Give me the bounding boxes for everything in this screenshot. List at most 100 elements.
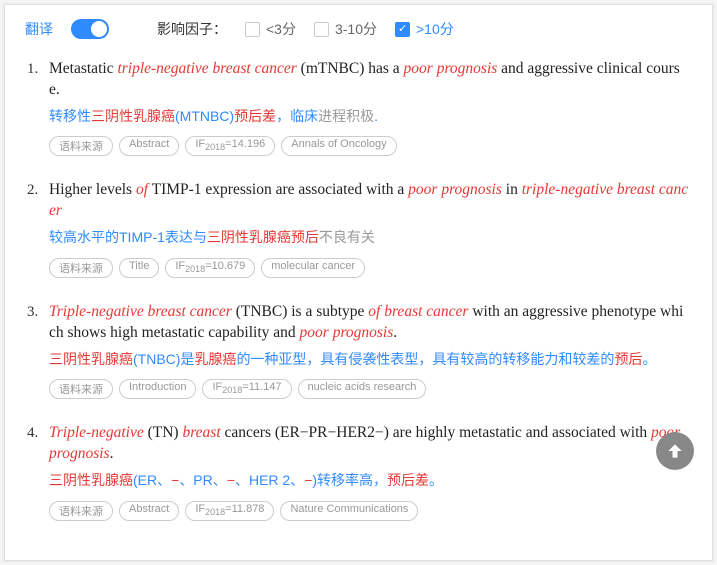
translation-segment: )转移率高， bbox=[312, 472, 387, 488]
text-segment: cancers (ER−PR−HER2−) are highly metasta… bbox=[221, 424, 651, 441]
text-segment: TIMP-1 expression are associated with a bbox=[148, 181, 408, 198]
result-item: 4.Triple-negative (TN) breast cancers (E… bbox=[27, 423, 690, 520]
translation-segment: 进程积极 bbox=[318, 108, 374, 124]
arrow-up-icon bbox=[665, 441, 685, 461]
journal-tag[interactable]: molecular cancer bbox=[261, 258, 365, 278]
text-segment: Metastatic bbox=[49, 60, 117, 77]
tag-row: 语料来源 Title IF2018=10.679 molecular cancer bbox=[49, 258, 690, 278]
checkbox-checked-icon bbox=[395, 22, 410, 37]
translation-segment: 预后差 bbox=[234, 108, 276, 124]
translation-segment: 转移性 bbox=[49, 108, 91, 124]
english-sentence: Triple-negative (TN) breast cancers (ER−… bbox=[49, 423, 690, 465]
section-tag[interactable]: Abstract bbox=[119, 136, 179, 156]
translation-segment: 三阴性乳腺癌预后 bbox=[207, 229, 319, 245]
translation-segment: 预后 bbox=[614, 351, 642, 367]
journal-tag[interactable]: nucleic acids research bbox=[298, 379, 427, 399]
highlight-term: of breast cancer bbox=[368, 303, 468, 320]
english-sentence: Higher levels of TIMP-1 expression are a… bbox=[49, 180, 690, 222]
result-item: 2.Higher levels of TIMP-1 expression are… bbox=[27, 180, 690, 277]
filter-label: 3-10分 bbox=[335, 19, 377, 39]
result-number: 1. bbox=[27, 59, 49, 156]
source-tag[interactable]: 语料来源 bbox=[49, 379, 113, 399]
chinese-translation: 三阴性乳腺癌(TNBC)是乳腺癌的一种亚型，具有侵袭性表型，具有较高的转移能力和… bbox=[49, 350, 690, 370]
impact-factor-tag[interactable]: IF2018=11.147 bbox=[202, 379, 291, 399]
main-container: 翻译 影响因子： <3分 3-10分 >10分 1.Metastatic tri… bbox=[4, 4, 713, 561]
translation-segment: − bbox=[227, 472, 235, 488]
result-number: 2. bbox=[27, 180, 49, 277]
english-sentence: Metastatic triple-negative breast cancer… bbox=[49, 59, 690, 101]
translation-segment: 。 bbox=[642, 351, 656, 367]
result-body: Metastatic triple-negative breast cancer… bbox=[49, 59, 690, 156]
chinese-translation: 三阴性乳腺癌(ER、−、PR、−、HER 2、−)转移率高，预后差。 bbox=[49, 471, 690, 491]
section-tag[interactable]: Abstract bbox=[119, 501, 179, 521]
translate-label: 翻译 bbox=[25, 19, 53, 39]
translation-segment: . bbox=[374, 108, 378, 124]
highlight-term: Triple-negative breast cancer bbox=[49, 303, 232, 320]
impact-factor-tag[interactable]: IF2018=11.878 bbox=[185, 501, 274, 521]
translation-segment: (ER、 bbox=[133, 472, 171, 488]
highlight-term: poor prognosis bbox=[300, 324, 394, 341]
source-tag[interactable]: 语料来源 bbox=[49, 136, 113, 156]
filter-header: 翻译 影响因子： <3分 3-10分 >10分 bbox=[5, 5, 712, 49]
translation-segment: 预后差 bbox=[387, 472, 429, 488]
filter-lt3[interactable]: <3分 bbox=[245, 19, 296, 39]
text-segment: Higher levels bbox=[49, 181, 136, 198]
translation-segment: 的一种亚型，具有侵袭性表型，具有较高的转移能力和较差的 bbox=[236, 351, 614, 367]
result-item: 3.Triple-negative breast cancer (TNBC) i… bbox=[27, 302, 690, 399]
result-item: 1.Metastatic triple-negative breast canc… bbox=[27, 59, 690, 156]
highlight-term: Triple-negative bbox=[49, 424, 144, 441]
result-body: Higher levels of TIMP-1 expression are a… bbox=[49, 180, 690, 277]
filter-3to10[interactable]: 3-10分 bbox=[314, 19, 377, 39]
tag-row: 语料来源 Abstract IF2018=11.878 Nature Communic… bbox=[49, 501, 690, 521]
text-segment: (mTNBC) has a bbox=[297, 60, 404, 77]
checkbox-icon bbox=[245, 22, 260, 37]
result-number: 3. bbox=[27, 302, 49, 399]
translation-segment: 三阴性乳腺癌 bbox=[91, 108, 175, 124]
translation-segment: 三阴性乳腺癌 bbox=[49, 472, 133, 488]
chinese-translation: 转移性三阴性乳腺癌(MTNBC)预后差，临床进程积极. bbox=[49, 107, 690, 127]
highlight-term: breast bbox=[182, 424, 220, 441]
translation-segment: 、HER 2、 bbox=[235, 472, 304, 488]
text-segment: in bbox=[502, 181, 522, 198]
translation-segment: (MTNBC) bbox=[175, 108, 234, 124]
text-segment: . bbox=[393, 324, 397, 341]
journal-tag[interactable]: Nature Communications bbox=[280, 501, 418, 521]
highlight-term: poor prognosis bbox=[404, 60, 498, 77]
text-segment: (TN) bbox=[144, 424, 183, 441]
translation-segment: 乳腺癌 bbox=[194, 351, 236, 367]
translation-segment: 。 bbox=[429, 472, 443, 488]
journal-tag[interactable]: Annals of Oncology bbox=[281, 136, 396, 156]
text-segment: (TNBC) is a subtype bbox=[232, 303, 368, 320]
translation-segment: 三阴性乳腺癌 bbox=[49, 351, 133, 367]
impact-factor-tag[interactable]: IF2018=14.196 bbox=[185, 136, 275, 156]
tag-row: 语料来源 Abstract IF2018=14.196 Annals of Oncol… bbox=[49, 136, 690, 156]
impact-factor-tag[interactable]: IF2018=10.679 bbox=[165, 258, 255, 278]
text-segment: . bbox=[110, 445, 114, 462]
highlight-term: poor prognosis bbox=[408, 181, 502, 198]
checkbox-icon bbox=[314, 22, 329, 37]
result-body: Triple-negative breast cancer (TNBC) is … bbox=[49, 302, 690, 399]
section-tag[interactable]: Title bbox=[119, 258, 159, 278]
source-tag[interactable]: 语料来源 bbox=[49, 501, 113, 521]
result-body: Triple-negative (TN) breast cancers (ER−… bbox=[49, 423, 690, 520]
scroll-to-top-button[interactable] bbox=[656, 432, 694, 470]
english-sentence: Triple-negative breast cancer (TNBC) is … bbox=[49, 302, 690, 344]
translate-toggle[interactable] bbox=[71, 19, 109, 39]
tag-row: 语料来源 Introduction IF2018=11.147 nucleic aci… bbox=[49, 379, 690, 399]
filter-label: >10分 bbox=[416, 19, 454, 39]
highlight-term: of bbox=[136, 181, 148, 198]
translation-segment: 、PR、 bbox=[179, 472, 226, 488]
impact-factor-label: 影响因子： bbox=[157, 19, 227, 39]
source-tag[interactable]: 语料来源 bbox=[49, 258, 113, 278]
chinese-translation: 较高水平的TIMP-1表达与三阴性乳腺癌预后不良有关 bbox=[49, 228, 690, 248]
highlight-term: triple-negative breast cancer bbox=[117, 60, 296, 77]
translation-segment: 不良有关 bbox=[319, 229, 375, 245]
translation-segment: ，临床 bbox=[276, 108, 318, 124]
results-list: 1.Metastatic triple-negative breast canc… bbox=[5, 49, 712, 521]
result-number: 4. bbox=[27, 423, 49, 520]
translation-segment: (TNBC)是 bbox=[133, 351, 194, 367]
filter-label: <3分 bbox=[266, 19, 296, 39]
section-tag[interactable]: Introduction bbox=[119, 379, 196, 399]
translation-segment: 较高水平的TIMP-1表达与 bbox=[49, 229, 207, 245]
filter-gt10[interactable]: >10分 bbox=[395, 19, 454, 39]
